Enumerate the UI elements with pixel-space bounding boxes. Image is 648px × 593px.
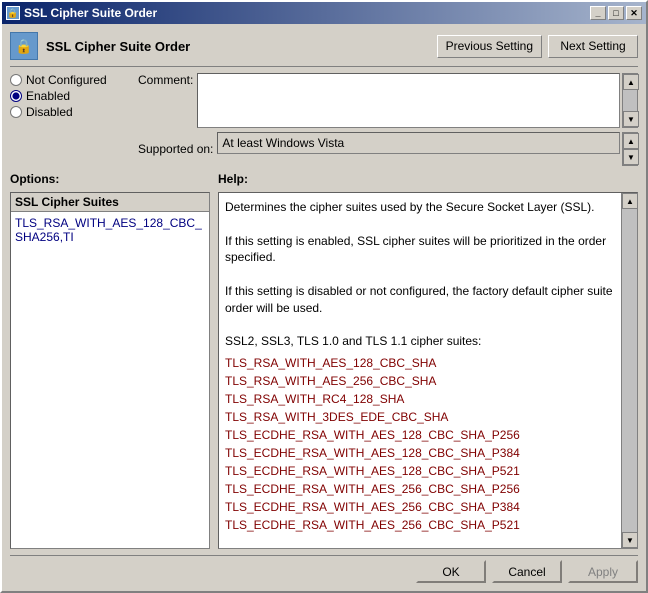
- help-cipher-item: TLS_ECDHE_RSA_WITH_AES_256_CBC_SHA_P521: [225, 516, 615, 534]
- comment-label: Comment:: [138, 73, 193, 87]
- cipher-value: TLS_RSA_WITH_AES_128_CBC_SHA256,TI: [15, 216, 202, 244]
- supported-row: Supported on: At least Windows Vista ▲ ▼: [138, 132, 638, 166]
- help-scrollbar: ▲ ▼: [621, 193, 637, 548]
- disabled-radio-item[interactable]: Disabled: [10, 105, 130, 119]
- help-cipher-item: TLS_RSA_WITH_AES_256_CBC_SHA: [225, 372, 615, 390]
- cipher-header: SSL Cipher Suites: [11, 193, 209, 212]
- footer-row: OK Cancel Apply: [10, 555, 638, 583]
- help-cipher-item: TLS_RSA_WITH_AES_128_CBC_SHA: [225, 354, 615, 372]
- content-area: 🔒 SSL Cipher Suite Order Previous Settin…: [2, 24, 646, 591]
- comment-textarea[interactable]: [197, 73, 620, 128]
- disabled-radio[interactable]: [10, 106, 22, 118]
- maximize-button[interactable]: □: [608, 6, 624, 20]
- help-para-4: SSL2, SSL3, TLS 1.0 and TLS 1.1 cipher s…: [225, 333, 615, 350]
- apply-button[interactable]: Apply: [568, 560, 638, 583]
- form-section: Not Configured Enabled Disabled Comment:: [10, 73, 638, 166]
- next-setting-button[interactable]: Next Setting: [548, 35, 638, 58]
- supported-label: Supported on:: [138, 142, 213, 156]
- help-scroll-up[interactable]: ▲: [622, 193, 638, 209]
- title-bar: 🔒 SSL Cipher Suite Order _ □ ✕: [2, 2, 646, 24]
- comment-scroll-up[interactable]: ▲: [623, 74, 639, 90]
- header-icon: 🔒: [10, 32, 38, 60]
- help-cipher-item: TLS_RSA_WITH_RC4_128_SHA: [225, 390, 615, 408]
- not-configured-radio-item[interactable]: Not Configured: [10, 73, 130, 87]
- help-cipher-item: TLS_ECDHE_RSA_WITH_AES_256_CBC_SHA_P384: [225, 498, 615, 516]
- form-right: Comment: ▲ ▼ Supported on: At: [138, 73, 638, 166]
- help-cipher-item: TLS_ECDHE_RSA_WITH_AES_128_CBC_SHA_P384: [225, 444, 615, 462]
- title-buttons: _ □ ✕: [590, 6, 642, 20]
- help-panel: Determines the cipher suites used by the…: [218, 192, 638, 549]
- help-cipher-item: TLS_ECDHE_RSA_WITH_AES_128_CBC_SHA_P521: [225, 462, 615, 480]
- help-cipher-item: TLS_ECDHE_RSA_WITH_AES_256_CBC_SHA_P256: [225, 480, 615, 498]
- header-title: SSL Cipher Suite Order: [46, 39, 429, 54]
- disabled-label: Disabled: [26, 105, 73, 119]
- prev-setting-button[interactable]: Previous Setting: [437, 35, 542, 58]
- options-help-row: Options: Help:: [10, 172, 638, 186]
- cipher-panel: SSL Cipher Suites TLS_RSA_WITH_AES_128_C…: [10, 192, 210, 549]
- comment-scroll-down[interactable]: ▼: [623, 111, 639, 127]
- help-scroll-track: [622, 209, 637, 532]
- options-label: Options:: [10, 172, 210, 186]
- header-section: 🔒 SSL Cipher Suite Order Previous Settin…: [10, 32, 638, 67]
- help-cipher-item: TLS_ECDHE_RSA_WITH_AES_128_CBC_SHA_P256: [225, 426, 615, 444]
- window-icon: 🔒: [6, 6, 20, 20]
- help-para-1: Determines the cipher suites used by the…: [225, 199, 615, 216]
- help-para-3: If this setting is disabled or not confi…: [225, 283, 615, 317]
- help-para-2: If this setting is enabled, SSL cipher s…: [225, 233, 615, 267]
- minimize-button[interactable]: _: [590, 6, 606, 20]
- enabled-radio[interactable]: [10, 90, 22, 102]
- cancel-button[interactable]: Cancel: [492, 560, 562, 583]
- help-label: Help:: [218, 172, 638, 186]
- cipher-content: TLS_RSA_WITH_AES_128_CBC_SHA256,TI: [11, 212, 209, 548]
- help-cipher-item: TLS_RSA_WITH_3DES_EDE_CBC_SHA: [225, 408, 615, 426]
- enabled-label: Enabled: [26, 89, 70, 103]
- header-buttons: Previous Setting Next Setting: [437, 35, 638, 58]
- panels-row: SSL Cipher Suites TLS_RSA_WITH_AES_128_C…: [10, 192, 638, 549]
- not-configured-label: Not Configured: [26, 73, 107, 87]
- main-window: 🔒 SSL Cipher Suite Order _ □ ✕ 🔒 SSL Cip…: [0, 0, 648, 593]
- ok-button[interactable]: OK: [416, 560, 486, 583]
- supported-scroll-up[interactable]: ▲: [623, 133, 639, 149]
- window-title: SSL Cipher Suite Order: [24, 6, 157, 20]
- not-configured-radio[interactable]: [10, 74, 22, 86]
- supported-scroll-down[interactable]: ▼: [623, 149, 639, 165]
- help-text: Determines the cipher suites used by the…: [219, 193, 621, 548]
- radio-column: Not Configured Enabled Disabled: [10, 73, 130, 166]
- enabled-radio-item[interactable]: Enabled: [10, 89, 130, 103]
- help-cipher-list: TLS_RSA_WITH_AES_128_CBC_SHATLS_RSA_WITH…: [225, 354, 615, 534]
- help-scroll-down[interactable]: ▼: [622, 532, 638, 548]
- close-button[interactable]: ✕: [626, 6, 642, 20]
- supported-value: At least Windows Vista: [217, 132, 620, 154]
- title-bar-left: 🔒 SSL Cipher Suite Order: [6, 6, 157, 20]
